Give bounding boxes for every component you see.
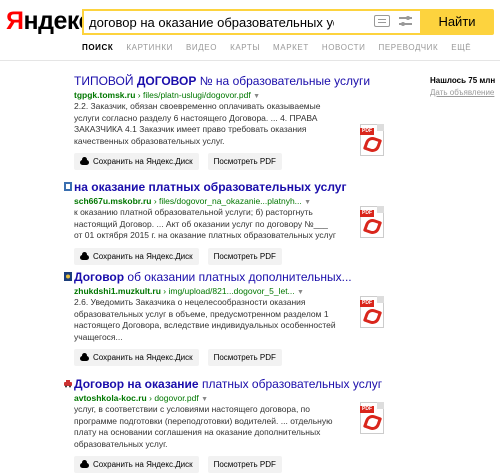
result-host: sch667u.mskobr.ru xyxy=(74,196,152,206)
chevron-down-icon[interactable]: ▼ xyxy=(201,396,208,403)
result-title[interactable]: на оказание платных образовательных услу… xyxy=(74,179,354,195)
save-label: Сохранить на Яндекс.Диск xyxy=(93,353,193,362)
pdf-file-icon[interactable]: PDF xyxy=(360,206,387,240)
save-to-disk-button[interactable]: Сохранить на Яндекс.Диск xyxy=(74,247,199,265)
search-result: Договор об оказании платных дополнительн… xyxy=(64,269,354,366)
chevron-down-icon[interactable]: ▼ xyxy=(297,289,304,296)
save-label: Сохранить на Яндекс.Диск xyxy=(93,157,193,166)
header-divider xyxy=(0,60,500,61)
result-title-part: ТИПОВОЙ xyxy=(74,74,137,88)
result-snippet: услуг, в соответствии с условиями настоя… xyxy=(74,404,333,449)
pdf-file-icon[interactable]: PDF xyxy=(360,124,387,158)
site-favicon-icon xyxy=(64,272,72,281)
result-snippet: 2.2. Заказчик, обязан своевременно оплач… xyxy=(74,101,321,146)
tab-news[interactable]: НОВОСТИ xyxy=(322,43,366,52)
logo-letter-ya: Я xyxy=(6,7,24,35)
result-title-part: об оказании платных дополнительных... xyxy=(124,270,352,284)
tab-search[interactable]: ПОИСК xyxy=(82,43,113,52)
result-host: tgpgk.tomsk.ru xyxy=(74,90,136,100)
result-url[interactable]: sch667u.mskobr.ru › files/dogovor_na_oka… xyxy=(74,196,354,206)
save-to-disk-button[interactable]: Сохранить на Яндекс.Диск xyxy=(74,153,199,170)
save-to-disk-button[interactable]: Сохранить на Яндекс.Диск xyxy=(74,349,199,366)
tab-translator[interactable]: ПЕРЕВОДЧИК xyxy=(379,43,439,52)
pdf-file-icon[interactable]: PDF xyxy=(360,296,387,330)
result-title[interactable]: Договор на оказание платных образователь… xyxy=(74,376,382,392)
save-label: Сохранить на Яндекс.Диск xyxy=(93,251,193,261)
view-pdf-button[interactable]: Посмотреть PDF xyxy=(207,349,282,366)
search-box xyxy=(82,9,420,35)
result-title-bold: Договор на оказание xyxy=(74,377,199,391)
find-button[interactable]: Найти xyxy=(420,9,494,35)
search-input[interactable] xyxy=(84,11,334,33)
search-result: Договор на оказание платных образователь… xyxy=(64,376,382,473)
save-label: Сохранить на Яндекс.Диск xyxy=(93,460,193,469)
search-result: ТИПОВОЙ ДОГОВОР № на образовательные усл… xyxy=(74,73,370,170)
search-tabs: ПОИСК КАРТИНКИ ВИДЕО КАРТЫ МАРКЕТ НОВОСТ… xyxy=(82,43,471,52)
result-snippet: 2.6. Уведомить Заказчика о нецелесообраз… xyxy=(74,297,336,342)
search-result: на оказание платных образовательных услу… xyxy=(64,179,354,265)
result-path: img/upload/821...dogovor_5_let... xyxy=(168,286,295,296)
filter-icon[interactable] xyxy=(398,14,414,30)
tab-market[interactable]: МАРКЕТ xyxy=(273,43,309,52)
result-title-bold: на оказание платных образовательных услу… xyxy=(74,180,347,194)
result-path: files/dogovor_na_okazanie...platnyh... xyxy=(159,196,302,206)
view-pdf-button[interactable]: Посмотреть PDF xyxy=(207,456,282,473)
result-host: avtoshkola-koc.ru xyxy=(74,393,147,403)
tab-more[interactable]: ЕЩЁ xyxy=(451,43,471,52)
pdf-label: PDF xyxy=(360,128,374,135)
chevron-down-icon[interactable]: ▼ xyxy=(253,93,260,100)
result-url[interactable]: zhukdshi1.muzkult.ru › img/upload/821...… xyxy=(74,286,354,296)
pdf-file-icon[interactable]: PDF xyxy=(360,402,387,436)
result-url[interactable]: avtoshkola-koc.ru › dogovor.pdf ▼ xyxy=(74,393,354,403)
result-path: dogovor.pdf xyxy=(154,393,199,403)
result-title-bold: Договор xyxy=(74,270,125,284)
car-favicon-icon xyxy=(64,380,72,388)
result-snippet: к оказанию платной образовательной услуг… xyxy=(74,207,336,240)
result-path: files/platn-uslugi/dogovor.pdf xyxy=(142,90,251,100)
cloud-icon xyxy=(80,251,89,260)
tab-video[interactable]: ВИДЕО xyxy=(186,43,217,52)
view-pdf-button[interactable]: Посмотреть PDF xyxy=(207,153,282,170)
pdf-label: PDF xyxy=(360,210,374,217)
result-title-bold: ДОГОВОР xyxy=(136,74,197,88)
cloud-icon xyxy=(80,353,89,361)
result-host: zhukdshi1.muzkult.ru xyxy=(74,286,161,296)
view-pdf-button[interactable]: Посмотреть PDF xyxy=(207,247,282,265)
site-favicon-icon xyxy=(64,182,72,191)
yandex-logo[interactable]: Яндекс xyxy=(6,9,92,34)
save-to-disk-button[interactable]: Сохранить на Яндекс.Диск xyxy=(74,456,199,473)
keyboard-icon[interactable] xyxy=(374,15,390,27)
result-title[interactable]: Договор об оказании платных дополнительн… xyxy=(74,269,354,285)
cloud-icon xyxy=(80,157,89,165)
result-title[interactable]: ТИПОВОЙ ДОГОВОР № на образовательные усл… xyxy=(74,73,370,89)
tab-maps[interactable]: КАРТЫ xyxy=(230,43,260,52)
result-title-part: № на образовательные услуги xyxy=(196,74,371,88)
chevron-down-icon[interactable]: ▼ xyxy=(304,199,311,206)
pdf-label: PDF xyxy=(360,406,374,413)
place-ad-link[interactable]: Дать объявление xyxy=(430,88,494,97)
pdf-label: PDF xyxy=(360,300,374,307)
cloud-icon xyxy=(80,460,89,468)
results-count: Нашлось 75 млн xyxy=(430,76,496,85)
result-url[interactable]: tgpgk.tomsk.ru › files/platn-uslugi/dogo… xyxy=(74,90,354,100)
result-title-part: платных образовательных услуг xyxy=(198,377,383,391)
tab-images[interactable]: КАРТИНКИ xyxy=(126,43,173,52)
